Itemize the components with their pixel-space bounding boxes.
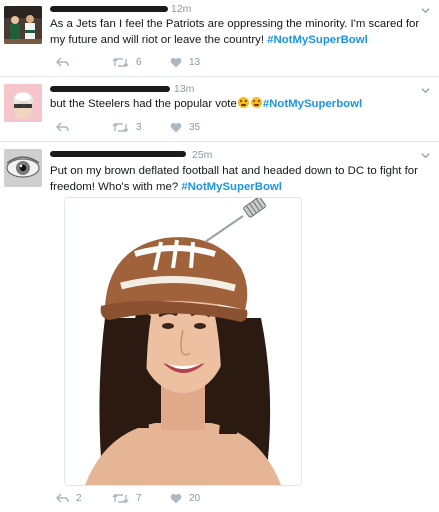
heart-icon bbox=[170, 493, 182, 503]
angry-face-emoji bbox=[237, 97, 249, 108]
timestamp[interactable]: 25m bbox=[192, 149, 212, 161]
reply-icon bbox=[56, 121, 69, 132]
like-count: 35 bbox=[189, 121, 201, 133]
avatar[interactable] bbox=[4, 84, 42, 122]
like-count: 20 bbox=[189, 492, 201, 504]
retweet-icon bbox=[112, 122, 129, 132]
redacted-username[interactable] bbox=[50, 6, 168, 12]
retweet-count: 7 bbox=[136, 492, 142, 504]
like-button[interactable]: 35 bbox=[170, 120, 200, 134]
redacted-username[interactable] bbox=[50, 151, 186, 157]
retweet-count: 3 bbox=[136, 121, 142, 133]
hashtag-link[interactable]: #NotMySuperBowl bbox=[181, 181, 282, 193]
tweet-text: As a Jets fan I feel the Patriots are op… bbox=[50, 16, 432, 48]
woman-in-football-hat-illustration bbox=[65, 198, 301, 485]
reply-count: 2 bbox=[76, 492, 82, 504]
heart-icon bbox=[170, 122, 182, 132]
tweet-body: but the Steelers had the popular vote bbox=[50, 98, 237, 110]
tweet-2[interactable]: 13m but the Steelers had the popular vot… bbox=[0, 77, 439, 141]
retweet-icon bbox=[112, 57, 129, 67]
retweet-button[interactable]: 7 bbox=[112, 491, 142, 505]
chevron-down-icon[interactable] bbox=[420, 85, 431, 96]
reply-icon bbox=[56, 56, 69, 67]
hashtag-link[interactable]: #NotMySuperBowl bbox=[267, 34, 368, 46]
reply-button[interactable] bbox=[56, 120, 76, 134]
reply-icon bbox=[56, 492, 69, 503]
like-button[interactable]: 20 bbox=[170, 491, 200, 505]
tweet-1[interactable]: 12m As a Jets fan I feel the Patriots ar… bbox=[0, 0, 439, 76]
retweet-button[interactable]: 3 bbox=[112, 120, 142, 134]
tweet-text: but the Steelers had the popular vote #No… bbox=[50, 96, 432, 112]
retweet-count: 6 bbox=[136, 56, 142, 68]
tweet-text: Put on my brown deflated football hat an… bbox=[50, 163, 432, 195]
hashtag-link[interactable]: #NotMySuperbowl bbox=[263, 98, 362, 110]
reply-button[interactable] bbox=[56, 55, 76, 69]
timestamp[interactable]: 12m bbox=[171, 3, 191, 15]
retweet-button[interactable]: 6 bbox=[112, 55, 142, 69]
retweet-icon bbox=[112, 493, 129, 503]
angry-face-emoji bbox=[250, 97, 262, 108]
like-button[interactable]: 13 bbox=[170, 55, 200, 69]
reply-button[interactable]: 2 bbox=[56, 491, 82, 505]
like-count: 13 bbox=[189, 56, 201, 68]
redacted-username[interactable] bbox=[50, 86, 170, 92]
chevron-down-icon[interactable] bbox=[420, 150, 431, 161]
avatar[interactable] bbox=[4, 149, 42, 187]
chevron-down-icon[interactable] bbox=[420, 5, 431, 16]
tweet-photo[interactable] bbox=[64, 197, 302, 486]
avatar[interactable] bbox=[4, 6, 42, 44]
heart-icon bbox=[170, 57, 182, 67]
timestamp[interactable]: 13m bbox=[174, 83, 194, 95]
